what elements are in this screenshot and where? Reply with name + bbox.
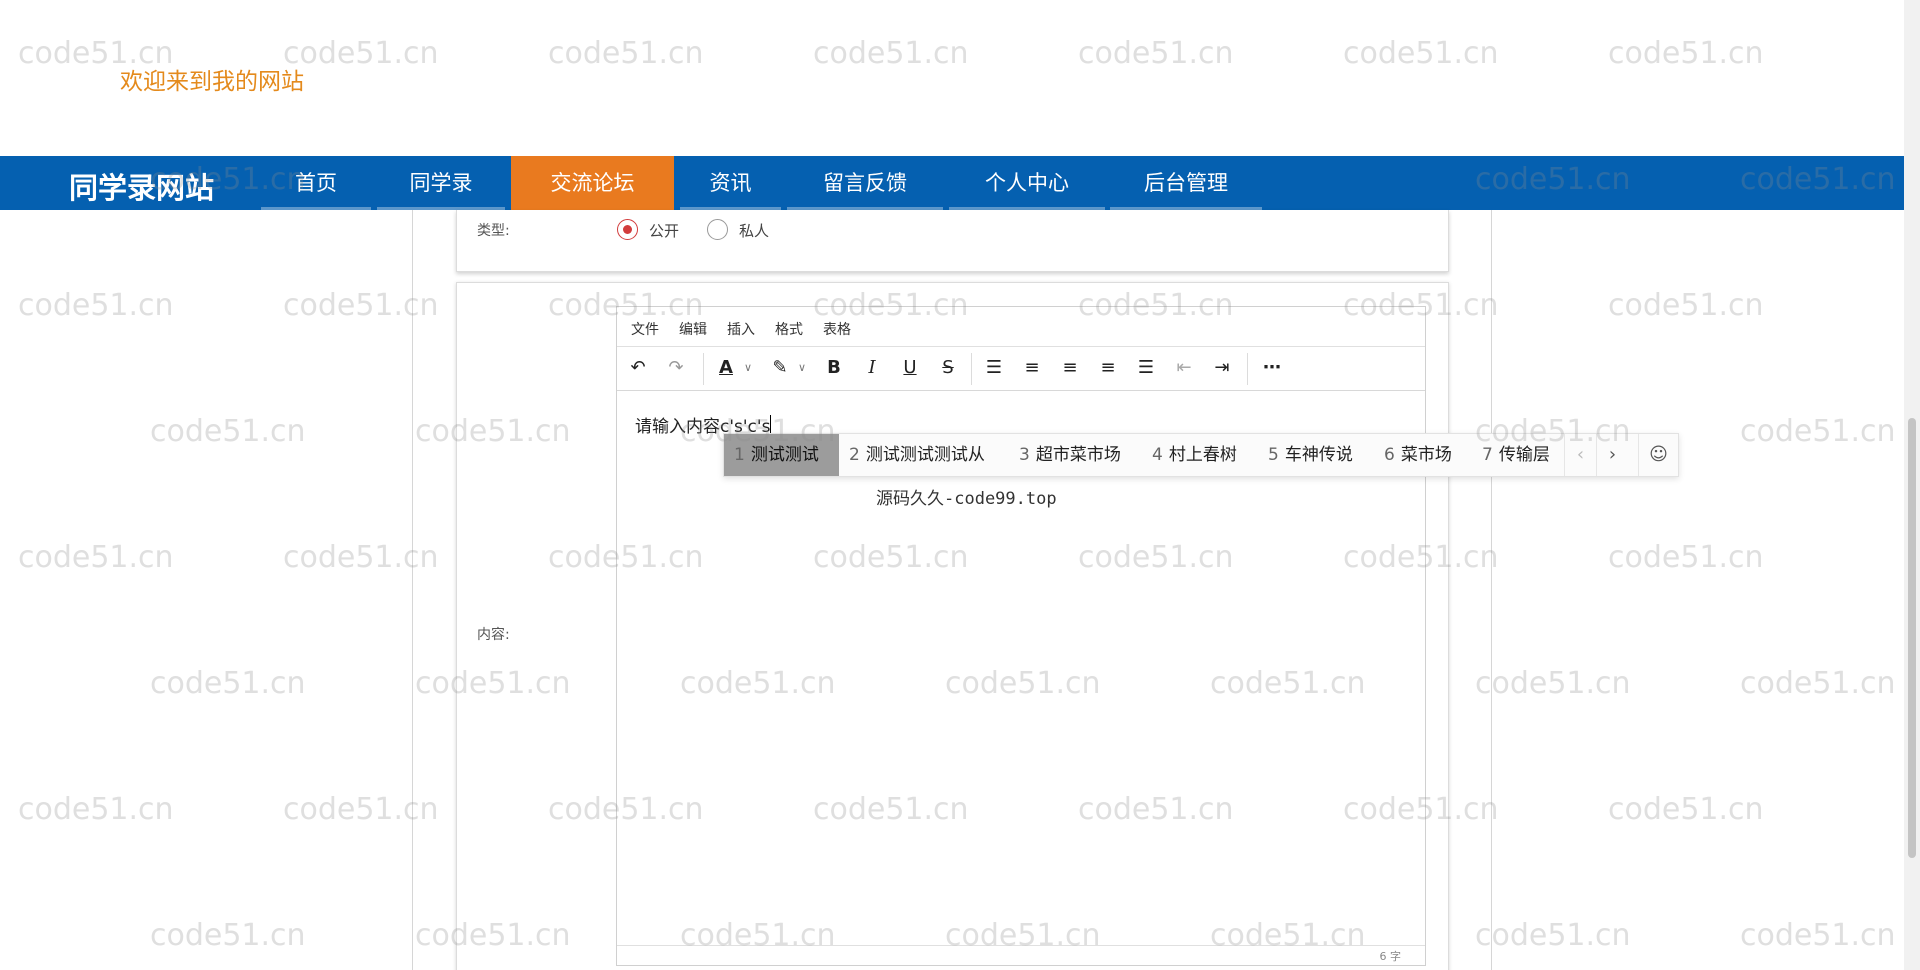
editor-statusbar: 6 字 bbox=[617, 945, 1425, 965]
content-label: 内容: bbox=[477, 627, 510, 643]
ime-candidate[interactable]: 3 超市菜市场 bbox=[1009, 434, 1131, 476]
ime-sub-text: 源码久久-code99.top bbox=[876, 489, 1057, 509]
watermark: code51.cn bbox=[1608, 288, 1764, 323]
radio-public[interactable] bbox=[617, 219, 638, 240]
ime-candidate[interactable]: 4 村上春树 bbox=[1142, 434, 1247, 476]
align-center-icon[interactable]: ≡ bbox=[1057, 355, 1083, 381]
watermark: code51.cn bbox=[1608, 36, 1764, 71]
watermark: code51.cn bbox=[1475, 666, 1631, 701]
watermark: code51.cn bbox=[18, 288, 174, 323]
ime-candidate[interactable]: 1 测试测试 bbox=[724, 434, 839, 476]
radio-private[interactable] bbox=[707, 219, 728, 240]
chevron-down-icon[interactable]: ∨ bbox=[735, 355, 761, 381]
menu-edit[interactable]: 编辑 bbox=[679, 319, 707, 339]
watermark: code51.cn bbox=[813, 36, 969, 71]
undo-icon[interactable]: ↶ bbox=[625, 355, 651, 381]
menu-file[interactable]: 文件 bbox=[631, 319, 659, 339]
watermark: code51.cn bbox=[1608, 540, 1764, 575]
ime-candidate[interactable]: 5 车神传说 bbox=[1258, 434, 1363, 476]
align-justify-icon[interactable]: ☰ bbox=[1133, 355, 1159, 381]
radio-private-label[interactable]: 私人 bbox=[739, 220, 769, 241]
strikethrough-icon[interactable]: S bbox=[935, 355, 961, 381]
nav-item-forum[interactable]: 交流论坛 bbox=[511, 156, 674, 210]
vertical-scrollbar[interactable] bbox=[1904, 0, 1920, 970]
rich-text-editor: 文件 编辑 插入 格式 表格 ↶ ↷ A ∨ ✎ ∨ B I U S ☰ ≡ ≡… bbox=[616, 306, 1426, 966]
welcome-text: 欢迎来到我的网站 bbox=[120, 69, 304, 95]
site-title[interactable]: 同学录网站 bbox=[69, 165, 214, 207]
redo-icon[interactable]: ↷ bbox=[663, 355, 689, 381]
chevron-right-icon[interactable]: › bbox=[1596, 434, 1628, 476]
watermark: code51.cn bbox=[1343, 36, 1499, 71]
italic-icon[interactable]: I bbox=[859, 355, 885, 381]
watermark: code51.cn bbox=[150, 414, 306, 449]
menu-insert[interactable]: 插入 bbox=[727, 319, 755, 339]
word-count: 6 字 bbox=[1379, 950, 1402, 963]
radio-public-label[interactable]: 公开 bbox=[649, 220, 679, 241]
nav-item-feedback[interactable]: 留言反馈 bbox=[787, 156, 943, 210]
watermark: code51.cn bbox=[18, 540, 174, 575]
text-caret bbox=[770, 415, 772, 435]
editor-menubar: 文件 编辑 插入 格式 表格 bbox=[617, 307, 1425, 347]
nav-item-news[interactable]: 资讯 bbox=[680, 156, 781, 210]
chevron-down-icon[interactable]: ∨ bbox=[789, 355, 815, 381]
align-left-icon[interactable]: ≡ bbox=[1019, 355, 1045, 381]
nav-item-admin[interactable]: 后台管理 bbox=[1110, 156, 1262, 210]
toolbar-separator bbox=[971, 353, 972, 385]
type-label: 类型: bbox=[477, 223, 510, 239]
more-icon[interactable]: ⋯ bbox=[1259, 355, 1285, 381]
bold-icon[interactable]: B bbox=[821, 355, 847, 381]
ime-candidate[interactable]: 6 菜市场 bbox=[1374, 434, 1462, 476]
line-height-icon[interactable]: ☰ bbox=[981, 355, 1007, 381]
ime-candidate-bar: 1 测试测试 2 测试测试测试从 3 超市菜市场 4 村上春树 5 车神传说 6 菜市场 7… bbox=[723, 433, 1679, 477]
nav-item-classmates[interactable]: 同学录 bbox=[377, 156, 505, 210]
chevron-left-icon[interactable]: ‹ bbox=[1564, 434, 1596, 476]
watermark: code51.cn bbox=[1740, 918, 1896, 953]
emoji-icon[interactable]: ☺ bbox=[1638, 434, 1678, 476]
watermark: code51.cn bbox=[1475, 918, 1631, 953]
scrollbar-thumb[interactable] bbox=[1908, 418, 1916, 858]
indent-icon[interactable]: ⇥ bbox=[1209, 355, 1235, 381]
watermark: code51.cn bbox=[548, 36, 704, 71]
editor-toolbar: ↶ ↷ A ∨ ✎ ∨ B I U S ☰ ≡ ≡ ≡ ☰ ⇤ ⇥ ⋯ bbox=[617, 347, 1425, 391]
watermark: code51.cn bbox=[1740, 666, 1896, 701]
watermark: code51.cn bbox=[150, 666, 306, 701]
menu-table[interactable]: 表格 bbox=[823, 319, 851, 339]
underline-icon[interactable]: U bbox=[897, 355, 923, 381]
watermark: code51.cn bbox=[18, 792, 174, 827]
watermark: code51.cn bbox=[150, 918, 306, 953]
toolbar-separator bbox=[1247, 353, 1248, 385]
nav-item-user-center[interactable]: 个人中心 bbox=[949, 156, 1105, 210]
outdent-icon[interactable]: ⇤ bbox=[1171, 355, 1197, 381]
ime-candidate[interactable]: 2 测试测试测试从 bbox=[839, 434, 995, 476]
nav-item-home[interactable]: 首页 bbox=[261, 156, 371, 210]
watermark: code51.cn bbox=[1740, 414, 1896, 449]
watermark: code51.cn bbox=[1078, 36, 1234, 71]
main-navbar: 同学录网站 首页 同学录 交流论坛 资讯 留言反馈 个人中心 后台管理 bbox=[0, 156, 1904, 210]
type-card bbox=[456, 210, 1449, 272]
ime-candidate[interactable]: 7 传输层 bbox=[1472, 434, 1560, 476]
watermark: code51.cn bbox=[1608, 792, 1764, 827]
toolbar-separator bbox=[703, 353, 704, 385]
menu-format[interactable]: 格式 bbox=[775, 319, 803, 339]
watermark: code51.cn bbox=[283, 36, 439, 71]
align-right-icon[interactable]: ≡ bbox=[1095, 355, 1121, 381]
